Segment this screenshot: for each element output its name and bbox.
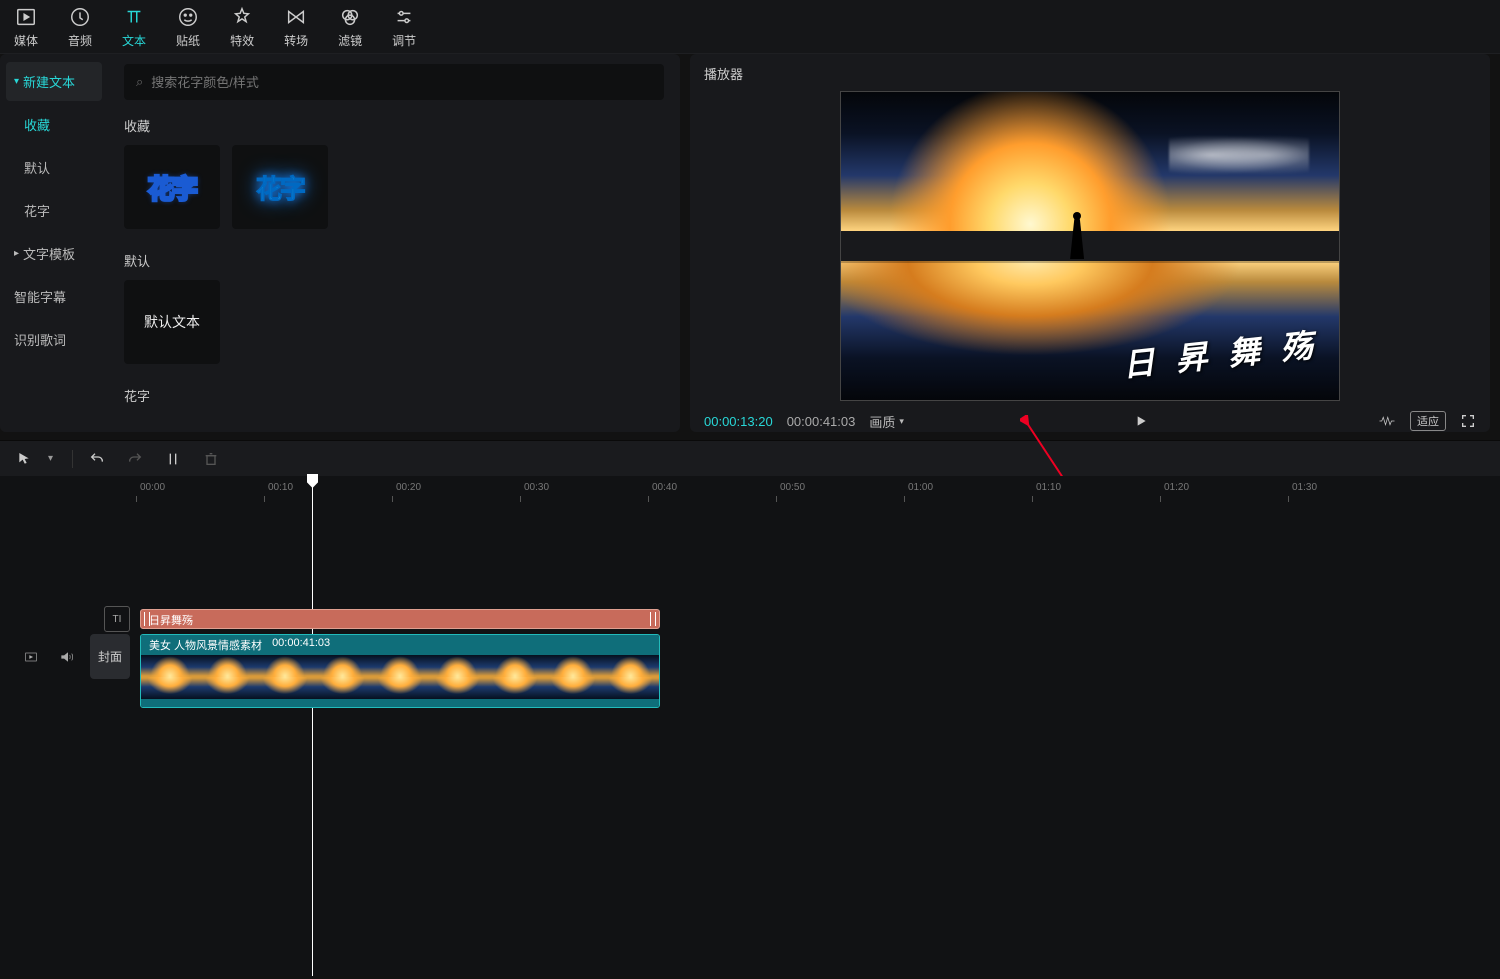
track-text: TI 日昇舞殇 [0, 606, 1500, 632]
video-track-icon[interactable] [18, 644, 44, 670]
ruler-tick: 01:30 [1292, 482, 1317, 493]
undo-button[interactable] [83, 446, 111, 472]
video-clip[interactable]: 美女 人物风景情感素材 00:00:41:03 [140, 634, 660, 708]
thumb-text: 默认文本 [144, 312, 200, 332]
nav-label: 音频 [68, 32, 92, 49]
play-button[interactable] [1133, 413, 1149, 429]
section-title-huazi: 花字 [124, 386, 664, 405]
top-nav: 媒体 音频 文本 贴纸 特效 转场 滤镜 调节 [0, 0, 1500, 54]
left-panel: ▾新建文本 收藏 默认 花字 ▸文字模板 智能字幕 识别歌词 ⌕ 收藏 花字 花… [0, 54, 680, 432]
media-icon [15, 6, 37, 28]
side-label: 收藏 [24, 115, 50, 134]
player-panel: 播放器 日 昇 舞 殇 00:00:13:20 00:00:41:03 画质▾ … [690, 54, 1490, 432]
adjust-icon [393, 6, 415, 28]
nav-label: 调节 [392, 32, 416, 49]
redo-button[interactable] [121, 446, 149, 472]
nav-label: 转场 [284, 32, 308, 49]
nav-sticker[interactable]: 贴纸 [176, 6, 200, 49]
fullscreen-button[interactable] [1460, 413, 1476, 429]
audio-icon [69, 6, 91, 28]
side-label: 默认 [24, 158, 50, 177]
text-clip-label: 日昇舞殇 [149, 615, 193, 627]
waveform-button[interactable] [1378, 414, 1396, 428]
tool-dropdown[interactable]: ▾ [48, 453, 62, 464]
sidebar-item-default[interactable]: 默认 [6, 148, 102, 187]
video-thumbnails [141, 655, 659, 699]
text-icon [123, 6, 145, 28]
mute-button[interactable] [54, 644, 80, 670]
chevron-down-icon: ▾ [899, 416, 904, 427]
thumb-text: 花字 [148, 169, 196, 206]
nav-effect[interactable]: 特效 [230, 6, 254, 49]
text-track-icon[interactable]: TI [104, 606, 130, 632]
text-clip[interactable]: 日昇舞殇 [140, 609, 660, 629]
side-label: 文字模板 [23, 244, 75, 263]
side-label: 花字 [24, 201, 50, 220]
delete-button[interactable] [197, 446, 225, 472]
track-video: 封面 美女 人物风景情感素材 00:00:41:03 [0, 634, 1500, 704]
nav-label: 媒体 [14, 32, 38, 49]
player-title: 播放器 [704, 58, 1476, 91]
side-menu: ▾新建文本 收藏 默认 花字 ▸文字模板 智能字幕 识别歌词 [0, 54, 108, 432]
ruler-tick: 00:50 [780, 482, 805, 493]
side-label: 智能字幕 [14, 287, 66, 306]
nav-label: 特效 [230, 32, 254, 49]
nav-transition[interactable]: 转场 [284, 6, 308, 49]
time-ruler[interactable]: 00:00 00:10 00:20 00:30 00:40 00:50 01:0… [140, 482, 1500, 504]
nav-label: 贴纸 [176, 32, 200, 49]
ruler-tick: 00:20 [396, 482, 421, 493]
sidebar-item-subtitle[interactable]: 智能字幕 [6, 277, 102, 316]
sidebar-item-lyrics[interactable]: 识别歌词 [6, 320, 102, 359]
sticker-icon [177, 6, 199, 28]
section-title-default: 默认 [124, 251, 664, 270]
preview-canvas[interactable]: 日 昇 舞 殇 [840, 91, 1340, 401]
search-input[interactable] [151, 75, 652, 90]
nav-label: 文本 [122, 32, 146, 49]
filter-icon [339, 6, 361, 28]
ruler-tick: 01:10 [1036, 482, 1061, 493]
nav-audio[interactable]: 音频 [68, 6, 92, 49]
playhead[interactable] [312, 476, 313, 976]
ruler-tick: 00:10 [268, 482, 293, 493]
nav-label: 滤镜 [338, 32, 362, 49]
ruler-tick: 00:40 [652, 482, 677, 493]
effect-icon [231, 6, 253, 28]
thumb-huazi-blue[interactable]: 花字 [232, 145, 328, 229]
video-clip-title: 美女 人物风景情感素材 [149, 637, 262, 653]
sidebar-item-fav[interactable]: 收藏 [6, 105, 102, 144]
fit-button[interactable]: 适应 [1410, 411, 1446, 431]
sidebar-item-new-text[interactable]: ▾新建文本 [6, 62, 102, 101]
ruler-tick: 00:30 [524, 482, 549, 493]
ruler-tick: 00:00 [140, 482, 165, 493]
side-label: 识别歌词 [14, 330, 66, 349]
video-clip-duration: 00:00:41:03 [272, 637, 330, 653]
search-icon: ⌕ [136, 74, 143, 90]
timeline[interactable]: 00:00 00:10 00:20 00:30 00:40 00:50 01:0… [0, 476, 1500, 976]
timecode-total: 00:00:41:03 [787, 414, 856, 429]
nav-adjust[interactable]: 调节 [392, 6, 416, 49]
search-box[interactable]: ⌕ [124, 64, 664, 100]
thumb-huazi-green[interactable]: 花字 [124, 145, 220, 229]
side-label: 新建文本 [23, 72, 75, 91]
preview-figure [1070, 212, 1084, 262]
thumb-text: 花字 [256, 169, 304, 206]
nav-media[interactable]: 媒体 [14, 6, 38, 49]
transition-icon [285, 6, 307, 28]
timeline-toolbar: ▾ [0, 440, 1500, 476]
ruler-tick: 01:00 [908, 482, 933, 493]
sidebar-item-template[interactable]: ▸文字模板 [6, 234, 102, 273]
section-title-fav: 收藏 [124, 116, 664, 135]
nav-text[interactable]: 文本 [122, 6, 146, 49]
ruler-tick: 01:20 [1164, 482, 1189, 493]
nav-filter[interactable]: 滤镜 [338, 6, 362, 49]
thumb-default-text[interactable]: 默认文本 [124, 280, 220, 364]
cover-button[interactable]: 封面 [90, 634, 130, 679]
browse-area: ⌕ 收藏 花字 花字 默认 默认文本 花字 [108, 54, 680, 432]
player-controls: 00:00:13:20 00:00:41:03 画质▾ 适应 [704, 401, 1476, 431]
timecode-current: 00:00:13:20 [704, 414, 773, 429]
quality-select[interactable]: 画质▾ [869, 412, 904, 431]
split-button[interactable] [159, 446, 187, 472]
sidebar-item-huazi[interactable]: 花字 [6, 191, 102, 230]
cursor-tool[interactable] [10, 446, 38, 472]
